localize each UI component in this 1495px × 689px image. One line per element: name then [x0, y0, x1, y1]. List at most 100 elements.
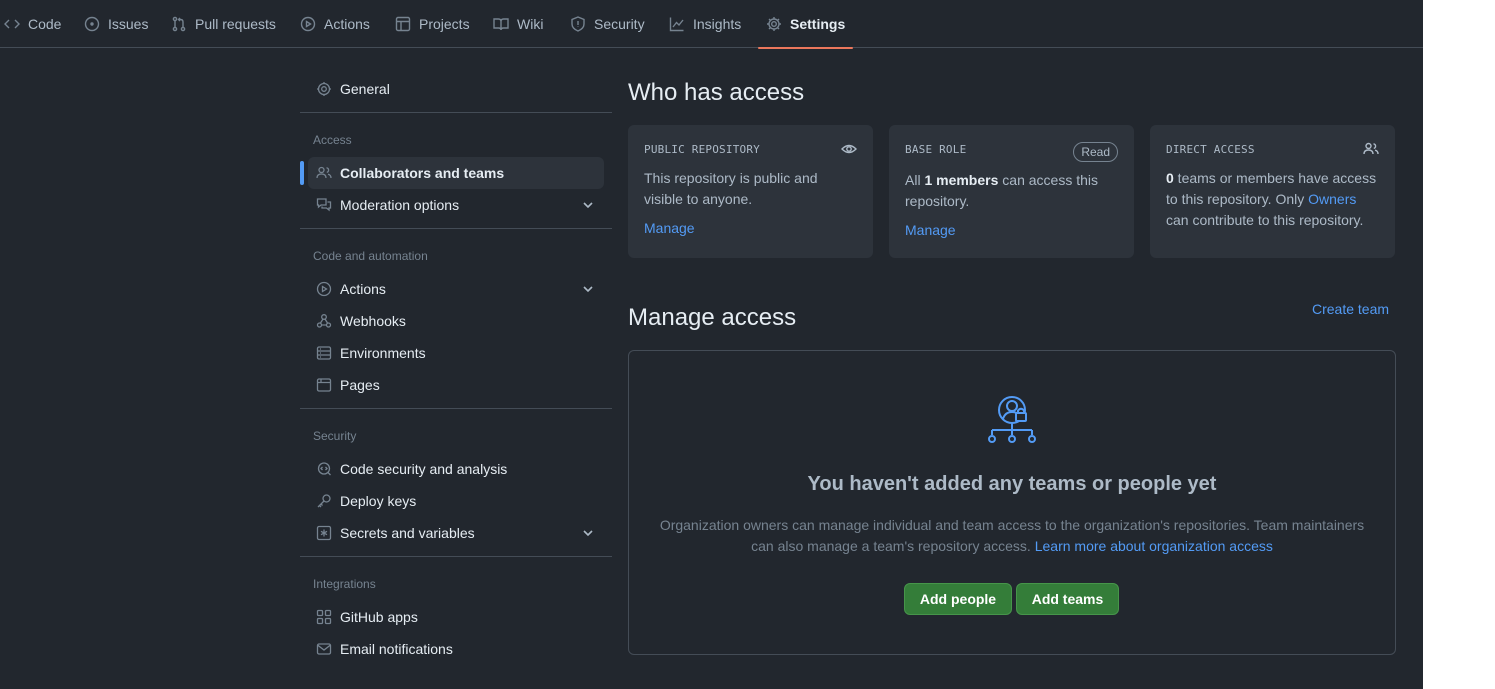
tab-label: Settings: [790, 16, 846, 32]
create-team-link[interactable]: Create team: [1312, 301, 1389, 317]
sidebar-item-collaborators[interactable]: Collaborators and teams: [308, 157, 604, 189]
tab-label: Pull requests: [195, 16, 276, 32]
sidebar-item-moderation[interactable]: Moderation options: [308, 189, 604, 221]
sidebar-item-webhooks[interactable]: Webhooks: [308, 305, 604, 337]
sidebar-heading-code-automation: Code and automation: [313, 249, 428, 263]
tab-label: Actions: [324, 16, 370, 32]
manage-base-role-link[interactable]: Manage: [905, 222, 956, 238]
chevron-down-icon[interactable]: [582, 198, 594, 210]
apps-icon: [316, 609, 332, 625]
sidebar-item-actions[interactable]: Actions: [308, 273, 604, 305]
card-text: This repository is public and visible to…: [644, 170, 818, 207]
shield-icon: [571, 16, 585, 32]
chevron-down-icon[interactable]: [582, 282, 594, 294]
sidebar-item-pages[interactable]: Pages: [308, 369, 604, 401]
owners-link[interactable]: Owners: [1308, 191, 1356, 207]
tab-label: Projects: [419, 16, 470, 32]
sidebar-item-secrets[interactable]: Secrets and variables: [308, 517, 604, 549]
active-indicator: [300, 161, 304, 185]
public-repository-card: PUBLIC REPOSITORY This repository is pub…: [628, 125, 873, 258]
sidebar-item-code-security[interactable]: Code security and analysis: [308, 453, 604, 485]
tab-insights[interactable]: Insights: [669, 0, 741, 48]
tab-label: Code: [28, 16, 62, 32]
codescan-icon: [317, 462, 331, 476]
people-icon: [316, 166, 332, 179]
sidebar-item-label: Email notifications: [340, 641, 453, 657]
sidebar-item-environments[interactable]: Environments: [308, 337, 604, 369]
sidebar-item-label: General: [340, 81, 390, 97]
play-icon: [316, 281, 332, 297]
tab-projects[interactable]: Projects: [395, 0, 470, 48]
sidebar-heading-security: Security: [313, 429, 357, 443]
sidebar-item-label: Actions: [340, 281, 386, 297]
tab-label: Security: [594, 16, 645, 32]
who-has-access-title: Who has access: [628, 79, 805, 106]
sidebar-heading-access: Access: [313, 133, 352, 147]
server-icon: [316, 346, 332, 360]
gear-icon: [767, 17, 781, 31]
learn-more-link[interactable]: Learn more about organization access: [1035, 538, 1273, 554]
repo-nav: Code Issues Pull requests Actions Projec…: [0, 0, 1423, 49]
sidebar-item-deploy-keys[interactable]: Deploy keys: [308, 485, 604, 517]
direct-access-card: DIRECT ACCESS 0 teams or members have ac…: [1150, 125, 1395, 258]
sidebar-item-label: Collaborators and teams: [340, 165, 505, 181]
tab-actions[interactable]: Actions: [300, 0, 370, 48]
tab-label: Issues: [108, 16, 149, 32]
card-text: All 1 members can access this repository…: [905, 170, 1118, 212]
sidebar-item-label: Environments: [340, 345, 426, 361]
people-icon: [1363, 141, 1379, 162]
manage-access-blankslate: You haven't added any teams or people ye…: [628, 350, 1396, 655]
issue-icon: [84, 16, 100, 32]
blankslate-description: Organization owners can manage individua…: [659, 515, 1365, 557]
gear-icon: [317, 82, 331, 96]
sidebar-item-label: Webhooks: [340, 313, 406, 329]
sidebar-item-github-apps[interactable]: GitHub apps: [308, 601, 604, 633]
member-count: 1 members: [924, 172, 999, 188]
card-text: 0 teams or members have access to this r…: [1166, 168, 1379, 231]
sidebar-item-label: Pages: [340, 377, 380, 393]
manage-visibility-link[interactable]: Manage: [644, 220, 695, 236]
tab-label: Insights: [693, 16, 742, 32]
mail-icon: [316, 643, 332, 655]
sidebar-heading-integrations: Integrations: [313, 577, 376, 591]
manage-access-title: Manage access: [628, 304, 797, 331]
sidebar-item-label: Code security and analysis: [340, 461, 508, 477]
tab-wiki[interactable]: Wiki: [493, 0, 543, 48]
add-people-button[interactable]: Add people: [904, 583, 1012, 615]
app-window: Code Issues Pull requests Actions Projec…: [0, 0, 1423, 689]
tab-code[interactable]: Code: [4, 0, 61, 48]
pull-request-icon: [172, 16, 186, 32]
tab-settings[interactable]: Settings: [757, 0, 854, 49]
sidebar-divider: [300, 228, 612, 229]
sidebar-divider: [300, 556, 612, 557]
eye-icon: [841, 141, 857, 162]
sidebar-item-label: Secrets and variables: [340, 525, 475, 541]
webhook-icon: [316, 314, 332, 328]
people-lock-icon: [988, 396, 1036, 443]
card-label: PUBLIC REPOSITORY: [644, 143, 760, 156]
key-icon: [317, 494, 331, 508]
play-icon: [300, 16, 316, 32]
comment-discussion-icon: [316, 198, 332, 212]
role-badge: Read: [1073, 142, 1118, 162]
tab-issues[interactable]: Issues: [84, 0, 148, 48]
sidebar-divider: [300, 408, 612, 409]
sidebar-item-label: Moderation options: [340, 197, 460, 213]
base-role-card: BASE ROLE Read All 1 members can access …: [889, 125, 1134, 258]
card-label: DIRECT ACCESS: [1166, 143, 1255, 156]
sidebar-item-general[interactable]: General: [308, 73, 604, 105]
browser-icon: [316, 378, 332, 392]
tab-pull-requests[interactable]: Pull requests: [171, 0, 276, 48]
sidebar-item-label: GitHub apps: [340, 609, 418, 625]
sidebar-item-email-notifications[interactable]: Email notifications: [308, 633, 604, 665]
book-icon: [493, 18, 509, 31]
blankslate-heading: You haven't added any teams or people ye…: [807, 473, 1217, 495]
chevron-down-icon[interactable]: [582, 526, 594, 538]
text-prefix: All: [905, 172, 925, 188]
tab-security[interactable]: Security: [570, 0, 645, 48]
add-teams-button[interactable]: Add teams: [1016, 583, 1119, 615]
code-icon: [4, 19, 20, 29]
text-suffix: can contribute to this repository.: [1166, 212, 1364, 228]
table-icon: [395, 16, 411, 32]
sidebar-item-label: Deploy keys: [340, 493, 417, 509]
